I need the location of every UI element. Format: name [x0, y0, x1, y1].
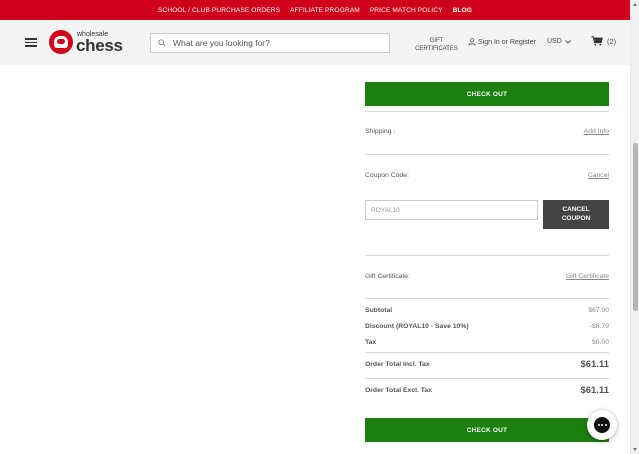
subtotal-row: Subtotal $67.90: [365, 307, 609, 314]
gift-certificates-link[interactable]: GIFT CERTIFICATES: [415, 37, 458, 53]
total-excl-label: Order Total Excl. Tax: [365, 387, 432, 394]
cart-icon: [591, 36, 603, 46]
currency-selector[interactable]: USD: [547, 38, 571, 45]
gift-certificate-link[interactable]: Gift Certificate: [566, 273, 609, 280]
divider: [365, 298, 609, 299]
divider: [365, 352, 609, 353]
promo-bar: SCHOOL / CLUB PURCHASE ORDERS AFFILIATE …: [0, 0, 630, 20]
subtotal-label: Subtotal: [365, 307, 393, 314]
search-input[interactable]: What are you looking for?: [150, 33, 390, 53]
total-incl-label: Order Total Incl. Tax: [365, 361, 430, 368]
site-logo[interactable]: wholesale chess: [49, 29, 123, 55]
promo-link-price-match[interactable]: PRICE MATCH POLICY: [370, 7, 443, 14]
chevron-down-icon: [564, 39, 571, 44]
coupon-input[interactable]: ROYAL10: [365, 200, 538, 220]
promo-link-blog[interactable]: BLOG: [453, 7, 472, 14]
divider: [365, 255, 609, 256]
shipping-row: Shipping : Add Info: [365, 128, 609, 135]
coupon-input-value: ROYAL10: [371, 206, 400, 214]
subtotal-value: $67.90: [588, 307, 609, 314]
total-incl-value: $61.11: [580, 359, 609, 370]
scrollbar-thumb[interactable]: [633, 143, 638, 311]
coupon-row: Coupon Code: Cancel: [365, 172, 609, 179]
scroll-up-icon[interactable]: [633, 3, 637, 6]
total-excl-row: Order Total Excl. Tax $61.11: [365, 385, 609, 396]
discount-value: -$6.79: [589, 323, 609, 330]
discount-row: Discount (ROYAL10 - Save 10%) -$6.79: [365, 323, 609, 330]
discount-label: Discount (ROYAL10 - Save 10%): [365, 323, 469, 330]
add-info-link[interactable]: Add Info: [584, 128, 609, 135]
hamburger-icon[interactable]: [25, 38, 37, 47]
site-header: wholesale chess What are you looking for…: [0, 20, 630, 65]
cancel-coupon-label: CANCEL COUPON: [561, 206, 591, 222]
gift-certificate-label: Gift Certificate:: [365, 273, 410, 280]
chat-icon: [594, 417, 610, 433]
currency-label: USD: [547, 38, 562, 45]
tax-row: Tax $0.00: [365, 339, 609, 346]
cart-count: (2): [607, 36, 617, 46]
coupon-label: Coupon Code:: [365, 172, 409, 179]
divider: [365, 111, 609, 112]
checkout-button-top[interactable]: CHECK OUT: [365, 82, 609, 106]
tax-label: Tax: [365, 339, 377, 346]
page-scrollbar[interactable]: [630, 0, 639, 454]
cancel-coupon-button[interactable]: CANCEL COUPON: [543, 200, 609, 229]
checkout-button-bottom[interactable]: CHECK OUT: [365, 418, 609, 442]
signin-link[interactable]: Sign In or Register: [468, 38, 536, 46]
gift-certificate-row: Gift Certificate: Gift Certificate: [365, 273, 609, 280]
user-icon: [468, 38, 476, 46]
tax-value: $0.00: [591, 339, 609, 346]
scroll-down-icon[interactable]: [633, 448, 637, 451]
total-excl-value: $61.11: [580, 385, 609, 396]
search-icon: [158, 39, 166, 47]
divider: [365, 378, 609, 379]
search-placeholder: What are you looking for?: [173, 38, 270, 48]
promo-link-affiliate[interactable]: AFFILIATE PROGRAM: [290, 7, 360, 14]
promo-link-school-orders[interactable]: SCHOOL / CLUB PURCHASE ORDERS: [158, 7, 280, 14]
divider: [365, 154, 609, 155]
logo-badge-icon: [49, 30, 73, 54]
signin-label: Sign In or Register: [478, 38, 536, 46]
shipping-label: Shipping :: [365, 128, 396, 135]
chat-button[interactable]: [587, 410, 617, 440]
total-incl-row: Order Total Incl. Tax $61.11: [365, 359, 609, 370]
coupon-cancel-link[interactable]: Cancel: [588, 172, 609, 179]
logo-wordmark: chess: [76, 35, 123, 55]
cart-link[interactable]: (2): [591, 36, 616, 46]
